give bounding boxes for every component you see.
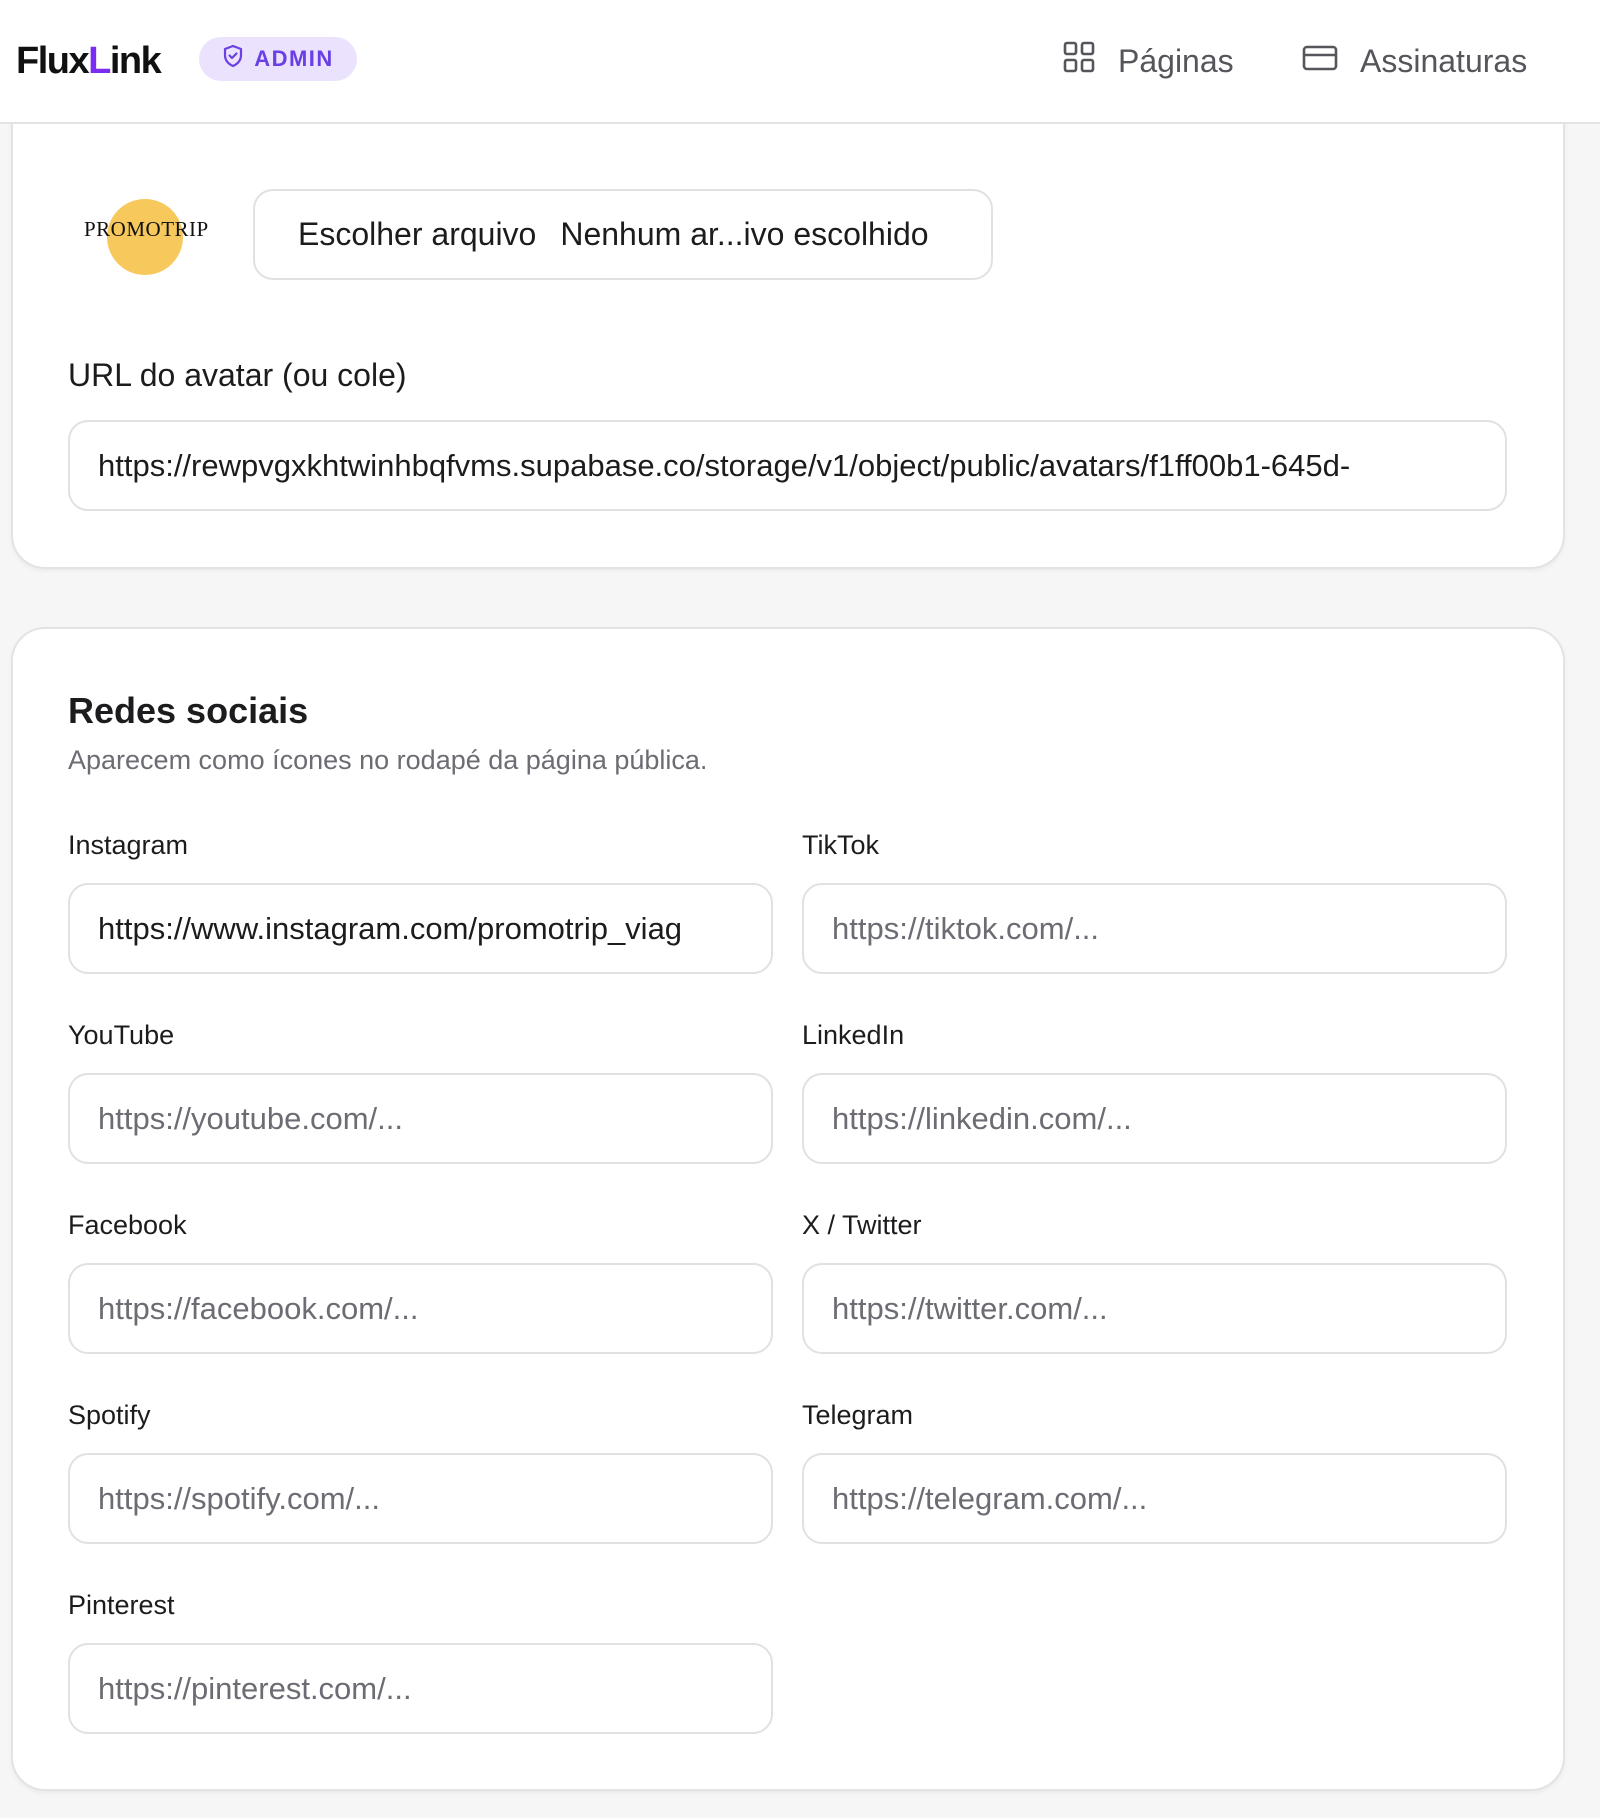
spotify-input[interactable]	[68, 1453, 773, 1544]
nav-paginas-label: Páginas	[1118, 42, 1234, 79]
shield-icon	[222, 44, 244, 74]
avatar-file-input[interactable]: Escolher arquivo Nenhum ar...ivo escolhi…	[253, 189, 993, 280]
admin-badge-label: ADMIN	[254, 46, 334, 71]
tiktok-input[interactable]	[802, 883, 1507, 974]
telegram-input[interactable]	[802, 1453, 1507, 1544]
social-section-title: Redes sociais	[68, 690, 309, 731]
logo-text-l: L	[88, 39, 111, 82]
nav-paginas[interactable]: Páginas	[1062, 36, 1234, 86]
spotify-label: Spotify	[68, 1400, 151, 1430]
tiktok-label: TikTok	[802, 830, 880, 860]
linkedin-label: LinkedIn	[802, 1020, 905, 1050]
pinterest-label: Pinterest	[68, 1590, 175, 1620]
linkedin-input[interactable]	[802, 1073, 1507, 1164]
social-section-subtitle: Aparecem como ícones no rodapé da página…	[68, 745, 708, 775]
pinterest-input[interactable]	[68, 1643, 773, 1734]
avatar-url-input[interactable]	[68, 420, 1507, 511]
twitter-input[interactable]	[802, 1263, 1507, 1354]
nav-assinaturas-label: Assinaturas	[1360, 42, 1528, 79]
grid-icon	[1062, 40, 1096, 82]
admin-badge: ADMIN	[199, 37, 357, 81]
logo-text-flux: Flux	[16, 39, 90, 82]
facebook-label: Facebook	[68, 1210, 187, 1240]
instagram-label: Instagram	[68, 830, 189, 860]
logo-text-ink: ink	[109, 39, 162, 82]
social-card	[11, 627, 1565, 1791]
fluxlink-logo[interactable]: Flux Link	[16, 36, 162, 86]
youtube-input[interactable]	[68, 1073, 773, 1164]
nav-assinaturas[interactable]: Assinaturas	[1302, 36, 1527, 86]
avatar-preview: PROMOTRIP	[84, 197, 209, 277]
telegram-label: Telegram	[802, 1400, 914, 1430]
youtube-label: YouTube	[68, 1020, 175, 1050]
avatar-url-label: URL do avatar (ou cole)	[68, 357, 407, 393]
credit-card-icon	[1302, 43, 1338, 80]
choose-file-button[interactable]: Escolher arquivo	[298, 216, 536, 253]
file-status-text: Nenhum ar...ivo escolhido	[560, 216, 929, 252]
instagram-input[interactable]	[68, 883, 773, 974]
top-navbar: Flux Link ADMIN Páginas Assinaturas	[0, 0, 1600, 124]
twitter-label: X / Twitter	[802, 1210, 922, 1240]
facebook-input[interactable]	[68, 1263, 773, 1354]
promotrip-logo-text: PROMOTRIP	[84, 217, 209, 241]
